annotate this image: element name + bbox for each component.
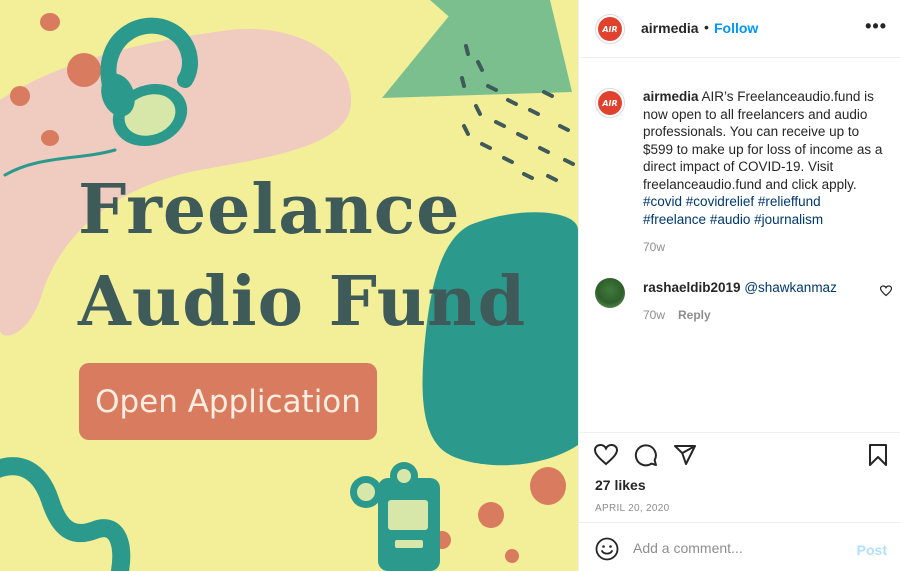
comment-timestamp[interactable]: 70w bbox=[643, 308, 665, 322]
headline-line-1: Freelance bbox=[78, 170, 461, 250]
hashtag-link[interactable]: #freelance bbox=[643, 212, 706, 227]
post-comment-button[interactable]: Post bbox=[857, 542, 887, 558]
follow-button[interactable]: Follow bbox=[714, 20, 758, 36]
caption-avatar[interactable]: AIR bbox=[595, 88, 625, 118]
add-comment-input[interactable] bbox=[633, 537, 843, 559]
header-separator-dot: • bbox=[704, 19, 709, 35]
post-side-panel: AIR airmedia • Follow ••• AIR airmedia A… bbox=[578, 0, 900, 571]
add-comment-bar: Post bbox=[579, 522, 900, 571]
post-image[interactable]: Freelance Audio Fund Open Application bbox=[0, 0, 578, 571]
emoji-icon[interactable] bbox=[595, 537, 619, 566]
comment-avatar[interactable] bbox=[595, 278, 625, 308]
hashtag-link[interactable]: #covid bbox=[643, 194, 682, 209]
hashtag-link[interactable]: #covidrelief bbox=[686, 194, 754, 209]
reply-button[interactable]: Reply bbox=[678, 308, 711, 322]
share-icon[interactable] bbox=[673, 443, 697, 472]
teal-squiggle-shape bbox=[0, 457, 131, 571]
more-options-icon[interactable]: ••• bbox=[865, 16, 887, 37]
hashtag-link[interactable]: #audio bbox=[710, 212, 751, 227]
comment-mention-link[interactable]: @shawkanmaz bbox=[744, 280, 837, 295]
post-actions: 27 likes APRIL 20, 2020 bbox=[579, 432, 900, 522]
heart-icon[interactable] bbox=[593, 443, 619, 472]
post-header: AIR airmedia • Follow ••• bbox=[579, 0, 900, 58]
hashtag-link[interactable]: #relieffund bbox=[758, 194, 821, 209]
caption-timestamp[interactable]: 70w bbox=[643, 240, 665, 254]
audio-recorder-illustration bbox=[350, 462, 440, 571]
green-triangle-shape bbox=[382, 0, 572, 98]
comment-icon[interactable] bbox=[634, 443, 658, 472]
caption-text: AIR’s Freelanceaudio.fund is now open to… bbox=[643, 89, 883, 192]
caption-avatar-logo-text: AIR bbox=[598, 91, 622, 115]
header-username-link[interactable]: airmedia bbox=[641, 20, 699, 36]
comment-username-link[interactable]: rashaeldib2019 bbox=[643, 280, 741, 295]
hashtag-link[interactable]: #journalism bbox=[754, 212, 823, 227]
open-application-banner: Open Application bbox=[79, 363, 377, 440]
caption-username-link[interactable]: airmedia bbox=[643, 89, 699, 104]
comment-item: rashaeldib2019 @shawkanmaz bbox=[643, 279, 863, 296]
avatar-logo-text: AIR bbox=[598, 17, 622, 41]
likes-count[interactable]: 27 likes bbox=[595, 477, 646, 493]
comment-like-heart-icon[interactable] bbox=[879, 284, 893, 302]
post-date[interactable]: APRIL 20, 2020 bbox=[595, 503, 669, 514]
headline-line-2: Audio Fund bbox=[78, 262, 527, 342]
post-caption: airmedia AIR’s Freelanceaudio.fund is no… bbox=[643, 88, 887, 228]
avatar[interactable]: AIR bbox=[595, 14, 625, 44]
bookmark-icon[interactable] bbox=[867, 443, 889, 472]
